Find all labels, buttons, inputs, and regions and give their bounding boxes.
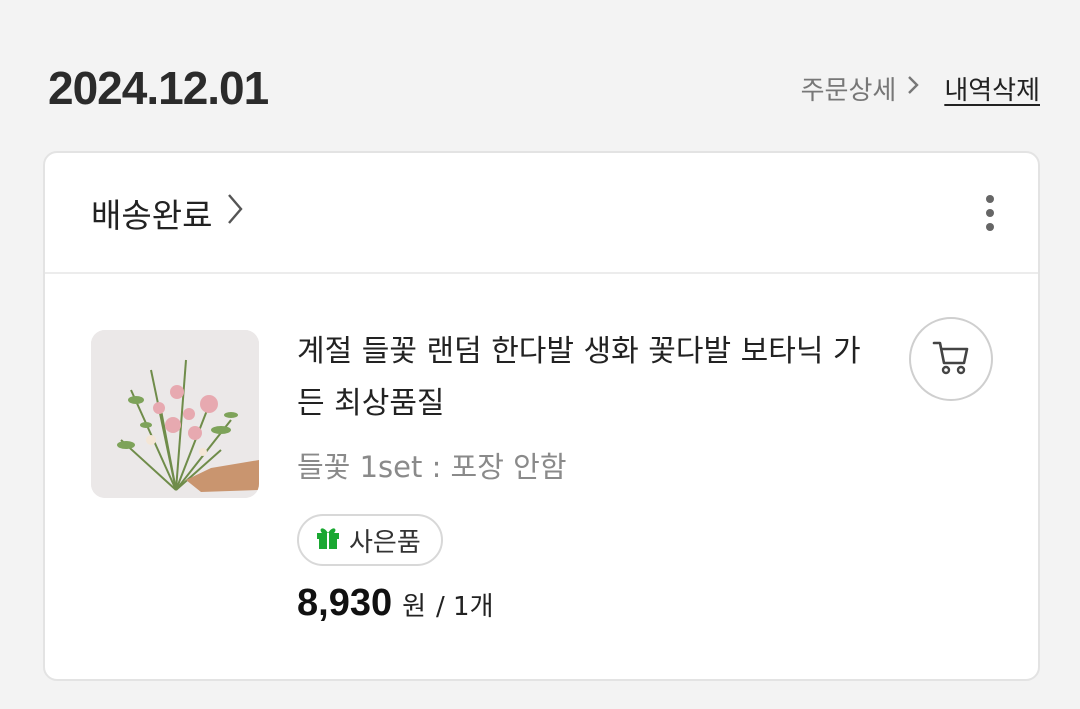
gift-badge: 사은품 xyxy=(297,514,443,566)
gift-icon xyxy=(315,524,341,557)
more-vertical-icon[interactable] xyxy=(978,191,1002,235)
delete-history-button[interactable]: 내역삭제 xyxy=(944,70,1040,107)
delivery-status-link[interactable]: 배송완료 xyxy=(91,189,244,237)
add-to-cart-button[interactable] xyxy=(909,317,993,401)
price-unit: 원 xyxy=(402,592,427,622)
quantity: / 1개 xyxy=(436,592,494,622)
product-option: 들꽃 1set : 포장 안함 xyxy=(297,450,567,484)
product-image[interactable] xyxy=(91,330,259,498)
price-value: 8,930 xyxy=(297,582,393,624)
order-detail-label: 주문상세 xyxy=(800,75,897,106)
order-card: 배송완료 계절 들꽃 랜덤 한다발 생화 꽃다발 보타닉 가든 최상품질 들꽃 … xyxy=(43,151,1040,681)
price-row: 8,930 원 / 1개 xyxy=(297,582,887,625)
cart-icon xyxy=(931,337,971,381)
gift-badge-label: 사은품 xyxy=(349,527,421,558)
product-info: 계절 들꽃 랜덤 한다발 생화 꽃다발 보타닉 가든 최상품질 들꽃 1set … xyxy=(297,330,887,625)
delivery-status-label: 배송완료 xyxy=(91,195,213,235)
order-header: 2024.12.01 주문상세 내역삭제 xyxy=(48,56,1040,120)
chevron-right-icon xyxy=(906,74,920,102)
card-header: 배송완료 xyxy=(45,153,1038,274)
header-actions: 주문상세 내역삭제 xyxy=(801,70,1040,107)
order-detail-link[interactable]: 주문상세 xyxy=(801,70,921,107)
chevron-right-icon xyxy=(226,192,244,234)
product-item: 계절 들꽃 랜덤 한다발 생화 꽃다발 보타닉 가든 최상품질 들꽃 1set … xyxy=(45,274,1038,625)
product-name[interactable]: 계절 들꽃 랜덤 한다발 생화 꽃다발 보타닉 가든 최상품질 xyxy=(297,326,887,430)
order-date: 2024.12.01 xyxy=(48,62,269,114)
